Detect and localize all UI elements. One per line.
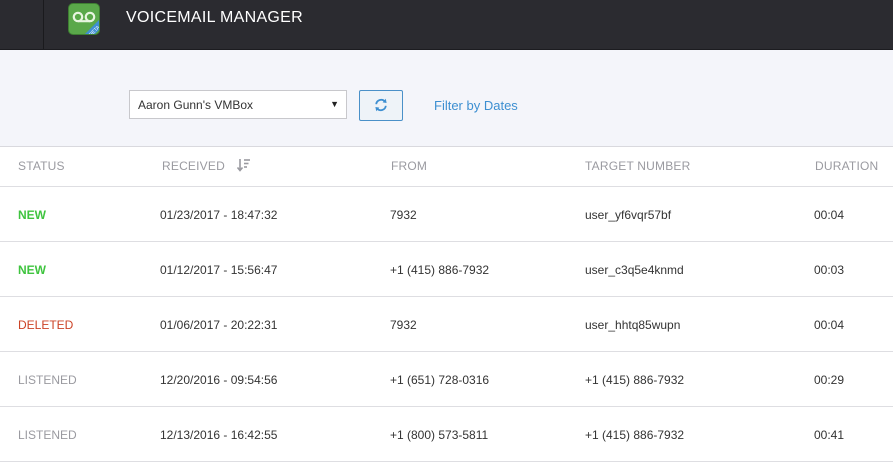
table-row[interactable]: DELETED 01/06/2017 - 20:22:31 7932 user_… [0, 297, 893, 352]
voicemail-beta-icon[interactable]: BETA [68, 3, 100, 35]
toolbar: Aaron Gunn's VMBox ▼ Filter by Dates [0, 50, 893, 147]
table-row[interactable]: LISTENED 12/20/2016 - 09:54:56 +1 (651) … [0, 352, 893, 407]
duration-cell: 00:04 [814, 208, 845, 222]
received-cell: 01/06/2017 - 20:22:31 [160, 318, 278, 332]
target-cell: +1 (415) 886-7932 [585, 428, 685, 442]
status-badge: NEW [18, 263, 46, 277]
table-row[interactable]: LISTENED 12/13/2016 - 16:42:55 +1 (800) … [0, 407, 893, 462]
caret-down-icon: ▼ [330, 99, 339, 109]
from-cell: +1 (800) 573-5811 [390, 428, 489, 442]
table-row[interactable]: NEW 01/23/2017 - 18:47:32 7932 user_yf6v… [0, 187, 893, 242]
top-bar: BETA VOICEMAIL MANAGER [0, 0, 893, 50]
duration-cell: 00:41 [814, 428, 845, 442]
page-title: VOICEMAIL MANAGER [126, 9, 303, 26]
column-received[interactable]: RECEIVED [162, 159, 251, 173]
status-badge: NEW [18, 208, 46, 222]
status-badge: DELETED [18, 318, 74, 332]
table-header: STATUS RECEIVED FROM TARGET NUMBER DURAT… [0, 147, 893, 187]
status-badge: LISTENED [18, 373, 77, 387]
received-cell: 01/23/2017 - 18:47:32 [160, 208, 278, 222]
target-cell: +1 (415) 886-7932 [585, 373, 685, 387]
from-cell: 7932 [390, 318, 417, 332]
column-received-label: RECEIVED [162, 159, 225, 173]
column-target-number[interactable]: TARGET NUMBER [585, 159, 691, 173]
received-cell: 12/20/2016 - 09:54:56 [160, 373, 278, 387]
sort-descending-icon [236, 159, 250, 173]
table-row[interactable]: NEW 01/12/2017 - 15:56:47 +1 (415) 886-7… [0, 242, 893, 297]
filter-by-dates-link[interactable]: Filter by Dates [434, 98, 518, 113]
from-cell: +1 (651) 728-0316 [390, 373, 490, 387]
column-status[interactable]: STATUS [18, 159, 65, 173]
from-cell: 7932 [390, 208, 417, 222]
vmbox-select-value: Aaron Gunn's VMBox [138, 98, 254, 112]
column-duration[interactable]: DURATION [815, 159, 878, 173]
column-from[interactable]: FROM [391, 159, 427, 173]
received-cell: 01/12/2017 - 15:56:47 [160, 263, 278, 277]
received-cell: 12/13/2016 - 16:42:55 [160, 428, 278, 442]
refresh-button[interactable] [359, 90, 403, 121]
duration-cell: 00:03 [814, 263, 845, 277]
target-cell: user_yf6vqr57bf [585, 208, 672, 222]
duration-cell: 00:29 [814, 373, 845, 387]
status-badge: LISTENED [18, 428, 77, 442]
refresh-icon [375, 98, 387, 112]
duration-cell: 00:04 [814, 318, 845, 332]
from-cell: +1 (415) 886-7932 [390, 263, 490, 277]
target-cell: user_c3q5e4knmd [585, 263, 684, 277]
target-cell: user_hhtq85wupn [585, 318, 681, 332]
topbar-divider [43, 0, 44, 49]
vmbox-select[interactable]: Aaron Gunn's VMBox ▼ [129, 90, 347, 119]
